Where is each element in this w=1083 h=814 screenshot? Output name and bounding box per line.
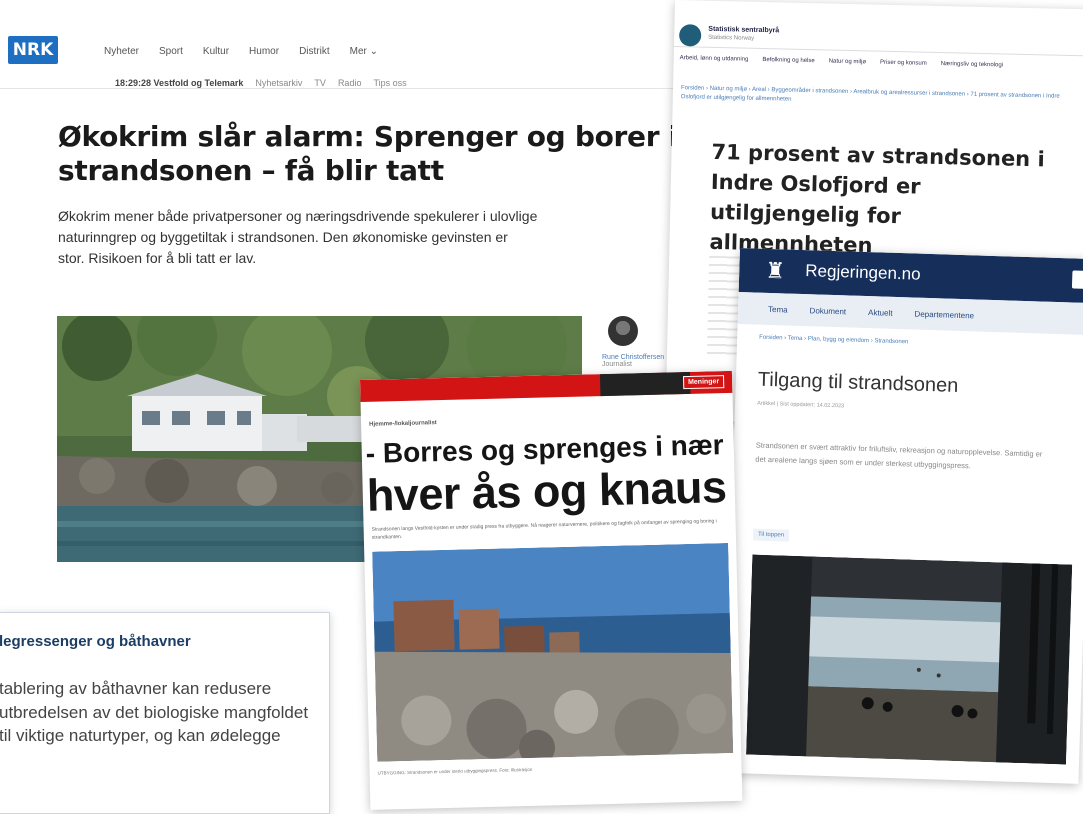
- headline-line-2: hver ås og knaus: [366, 461, 727, 521]
- ssb-name: Statistisk sentralbyrå: [708, 25, 780, 35]
- photo-caption: UTBYGGING: Strandsonen er under sterkt u…: [377, 766, 533, 776]
- region-name[interactable]: Vestfold og Telemark: [154, 78, 244, 88]
- nrk-main-nav: Nyheter Sport Kultur Humor Distrikt Mer …: [104, 46, 378, 57]
- breadcrumb[interactable]: Forsiden › Tema › Plan, bygg og eiendom …: [759, 335, 908, 346]
- tab-arbeid[interactable]: Arbeid, lønn og utdanning: [680, 55, 749, 63]
- article-ingress: Strandsonen langs Vestfold-kysten er und…: [371, 518, 717, 541]
- article-meta: Artikkel | Sist oppdatert: 14.02.2023: [757, 400, 845, 410]
- subnav-link[interactable]: Nyhetsarkiv: [255, 78, 302, 88]
- construction-photo: [372, 543, 734, 762]
- article-body: Strandsonen er svært attraktiv for frilu…: [755, 440, 1043, 471]
- clock-time: 18:29:28 Vestfold og Telemark: [115, 78, 243, 88]
- tab-naeringsliv[interactable]: Næringsliv og teknologi: [941, 61, 1003, 68]
- menu-item-departementene[interactable]: Departementene: [914, 309, 974, 320]
- construction-illustration: [372, 543, 734, 762]
- dark-banner: [599, 371, 691, 397]
- chevron-down-icon: ⌄: [369, 46, 379, 57]
- breadcrumb[interactable]: Forsiden › Natur og miljø › Areal › Bygg…: [681, 84, 1061, 111]
- article-lead: Økokrim mener både privatpersoner og nær…: [58, 208, 538, 266]
- nav-item-nyheter[interactable]: Nyheter: [104, 46, 139, 57]
- site-name[interactable]: Regjeringen.no: [805, 261, 921, 285]
- nrk-sub-nav: 18:29:28 Vestfold og Telemark Nyhetsarki…: [115, 78, 407, 88]
- subnav-link[interactable]: TV: [314, 78, 326, 88]
- info-box-text: tablering av båthavner kan redusere utbr…: [0, 679, 309, 745]
- article-kicker: Hjemme-/lokaljournalist: [369, 420, 437, 428]
- tab-befolkning[interactable]: Befolkning og helse: [762, 57, 814, 64]
- menu-item-dokument[interactable]: Dokument: [810, 306, 847, 316]
- nav-item-distrikt[interactable]: Distrikt: [299, 46, 330, 57]
- nav-item-kultur[interactable]: Kultur: [203, 46, 229, 57]
- nrk-top-bar: NRK Nyheter Sport Kultur Humor Distrikt …: [0, 20, 700, 89]
- beach-illustration: [746, 554, 1073, 765]
- tab-natur[interactable]: Natur og miljø: [829, 59, 866, 66]
- nav-item-sport[interactable]: Sport: [159, 46, 183, 57]
- ssb-title: 71 prosent av strandsonen i Indre Oslofj…: [709, 139, 1045, 258]
- beach-photo: [746, 554, 1073, 765]
- menu-item-aktuelt[interactable]: Aktuelt: [868, 308, 893, 318]
- info-box-title: legressenger og båthavner: [0, 633, 191, 650]
- tab-priser[interactable]: Priser og konsum: [880, 60, 927, 67]
- nrk-logo[interactable]: NRK: [8, 36, 58, 64]
- section-badge[interactable]: Meninger: [682, 375, 725, 390]
- regjeringen-screenshot: ♜ Regjeringen.no Tema Dokument Aktuelt D…: [723, 248, 1083, 784]
- ssb-logo-icon[interactable]: [678, 24, 702, 47]
- search-button[interactable]: [1071, 270, 1083, 290]
- subnav-link[interactable]: Radio: [338, 78, 362, 88]
- article-headline: Økokrim slår alarm: Sprenger og borer i …: [58, 120, 678, 187]
- ssb-category-tabs: Arbeid, lønn og utdanning Befolkning og …: [680, 55, 1004, 68]
- nav-item-mer-label: Mer: [349, 46, 367, 57]
- ssb-header: Statistisk sentralbyrå Statistics Norway: [673, 0, 1083, 57]
- menu-item-tema[interactable]: Tema: [768, 304, 788, 314]
- info-box: legressenger og båthavner tablering av b…: [0, 612, 330, 814]
- nav-item-mer[interactable]: Mer ⌄: [350, 46, 378, 57]
- to-top-link[interactable]: Til toppen: [752, 528, 790, 542]
- page-title: Tilgang til strandsonen: [757, 368, 959, 397]
- time-value: 18:29:28: [115, 78, 152, 88]
- subnav-link[interactable]: Tips oss: [373, 78, 406, 88]
- ssb-sub: Statistics Norway: [708, 34, 755, 42]
- avatar[interactable]: [608, 316, 638, 346]
- nav-item-humor[interactable]: Humor: [249, 46, 279, 57]
- coat-of-arms-icon[interactable]: ♜: [765, 256, 786, 287]
- borres-article-screenshot: Meninger Hjemme-/lokaljournalist - Borre…: [360, 370, 743, 810]
